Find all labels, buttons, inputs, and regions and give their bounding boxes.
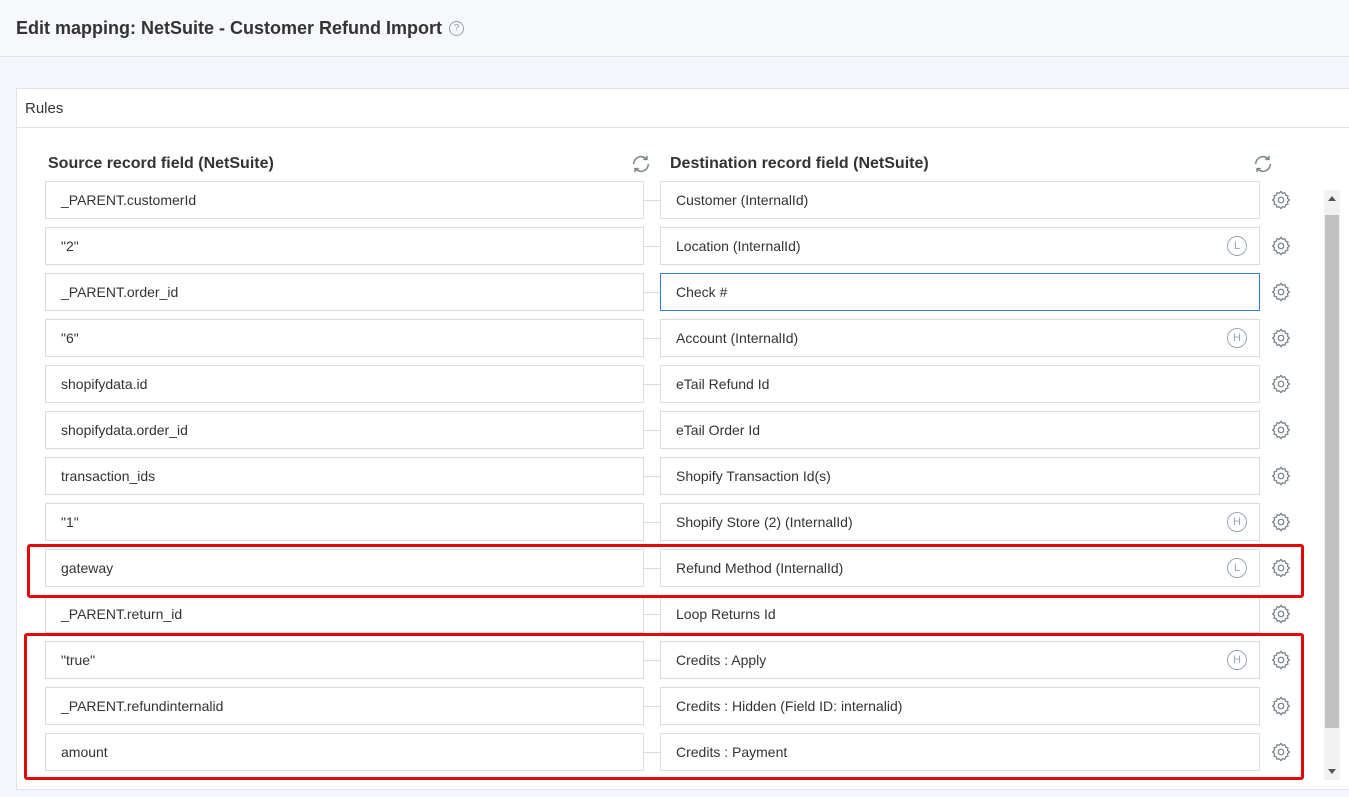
lookup-badge-icon: L [1227, 236, 1247, 256]
source-field-input[interactable]: _PARENT.order_id [45, 273, 644, 311]
page-title: Edit mapping: NetSuite - Customer Refund… [16, 18, 442, 38]
scroll-thumb[interactable] [1325, 215, 1339, 728]
gear-icon[interactable] [1270, 189, 1292, 211]
destination-field-text: Account (InternalId) [676, 330, 799, 346]
hardcoded-badge-icon: H [1227, 512, 1247, 532]
destination-field-input[interactable]: Shopify Store (2) (InternalId) H [660, 503, 1260, 541]
source-field-input[interactable]: shopifydata.order_id [45, 411, 644, 449]
row-connector [644, 384, 660, 385]
gear-icon[interactable] [1270, 327, 1292, 349]
page-header: Edit mapping: NetSuite - Customer Refund… [0, 0, 1349, 57]
row-connector [644, 522, 660, 523]
destination-field-text: Shopify Store (2) (InternalId) [676, 514, 853, 530]
source-field-input[interactable]: shopifydata.id [45, 365, 644, 403]
row-connector [644, 338, 660, 339]
row-connector [644, 246, 660, 247]
destination-field-text: eTail Refund Id [676, 376, 770, 392]
destination-field-input[interactable]: Account (InternalId) H [660, 319, 1260, 357]
mapping-row: shopifydata.order_id eTail Order Id [17, 411, 1317, 449]
scroll-down-arrow-icon[interactable] [1328, 769, 1336, 774]
mapping-row: _PARENT.customerId Customer (InternalId) [17, 181, 1317, 219]
row-connector [644, 476, 660, 477]
mapping-row: transaction_ids Shopify Transaction Id(s) [17, 457, 1317, 495]
mapping-row: shopifydata.id eTail Refund Id [17, 365, 1317, 403]
destination-field-text: eTail Order Id [676, 422, 761, 438]
destination-field-input[interactable]: Loop Returns Id [660, 595, 1260, 633]
gear-icon[interactable] [1270, 373, 1292, 395]
mapping-row: _PARENT.order_id Check # [17, 273, 1317, 311]
destination-field-input[interactable]: eTail Order Id [660, 411, 1260, 449]
destination-field-input[interactable]: Location (InternalId) L [660, 227, 1260, 265]
destination-field-text: Customer (InternalId) [676, 192, 809, 208]
destination-field-text: Loop Returns Id [676, 606, 776, 622]
row-connector [644, 200, 660, 201]
row-connector [644, 430, 660, 431]
mapping-row: "1" Shopify Store (2) (InternalId) H [17, 503, 1317, 541]
source-field-input[interactable]: "2" [45, 227, 644, 265]
destination-field-input[interactable]: Customer (InternalId) [660, 181, 1260, 219]
destination-field-input[interactable]: eTail Refund Id [660, 365, 1260, 403]
destination-field-text: Location (InternalId) [676, 238, 801, 254]
source-field-input[interactable]: _PARENT.customerId [45, 181, 644, 219]
rules-scrollbar[interactable] [1324, 190, 1340, 780]
gear-icon[interactable] [1270, 281, 1292, 303]
destination-field-input[interactable]: Shopify Transaction Id(s) [660, 457, 1260, 495]
scroll-up-arrow-icon[interactable] [1328, 196, 1336, 201]
gear-icon[interactable] [1270, 465, 1292, 487]
destination-field-text: Shopify Transaction Id(s) [676, 468, 831, 484]
source-field-input[interactable]: "6" [45, 319, 644, 357]
mapping-row: "2" Location (InternalId) L [17, 227, 1317, 265]
destination-field-input[interactable]: Check # [660, 273, 1260, 311]
mapping-row: _PARENT.return_id Loop Returns Id [17, 595, 1317, 633]
highlight-box-refund-method [27, 544, 1304, 598]
source-field-input[interactable]: _PARENT.return_id [45, 595, 644, 633]
highlight-box-credits [24, 633, 1304, 780]
gear-icon[interactable] [1270, 235, 1292, 257]
mapping-row: "6" Account (InternalId) H [17, 319, 1317, 357]
gear-icon[interactable] [1270, 511, 1292, 533]
gear-icon[interactable] [1270, 419, 1292, 441]
source-field-input[interactable]: transaction_ids [45, 457, 644, 495]
help-icon[interactable]: ? [449, 21, 464, 36]
destination-field-text: Check # [676, 284, 728, 300]
row-connector [644, 614, 660, 615]
gear-icon[interactable] [1270, 603, 1292, 625]
source-field-input[interactable]: "1" [45, 503, 644, 541]
row-connector [644, 292, 660, 293]
hardcoded-badge-icon: H [1227, 328, 1247, 348]
